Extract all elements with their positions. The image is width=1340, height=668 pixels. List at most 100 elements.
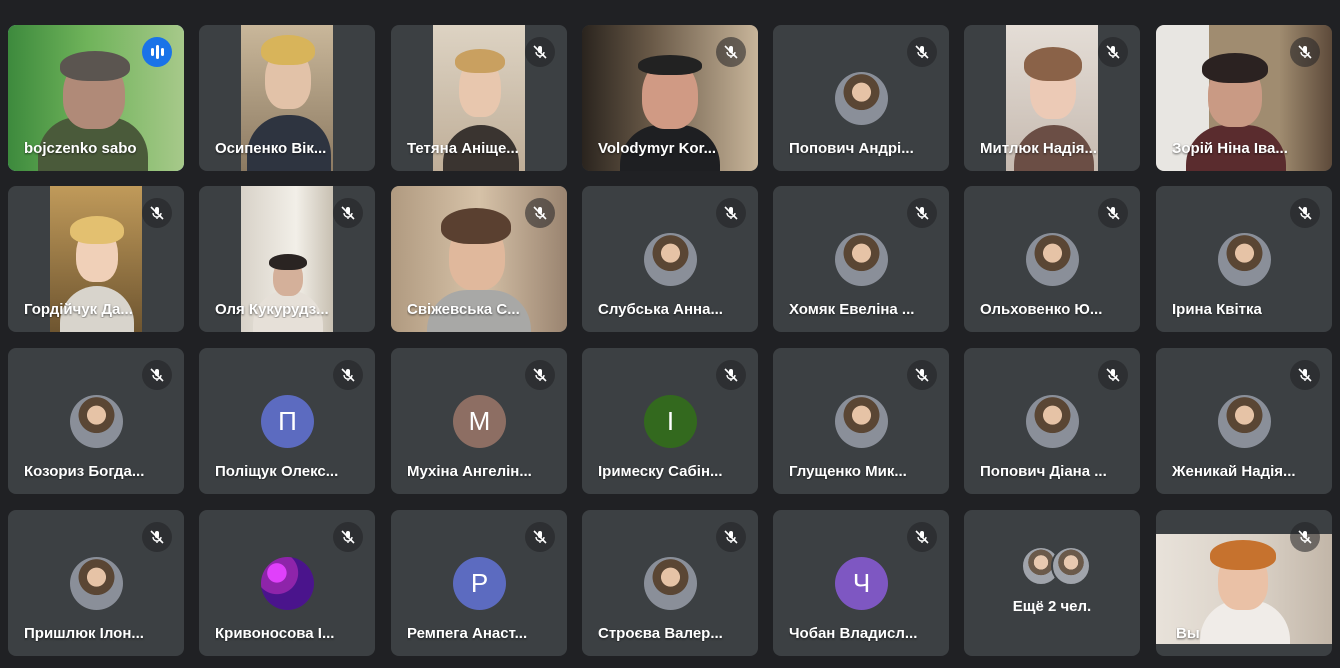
participant-tile[interactable]: Свіжевська С... (391, 186, 567, 332)
mic-off-icon (525, 37, 555, 67)
participant-tile[interactable]: П Поліщук Олекс... (199, 348, 375, 494)
participant-tile[interactable]: Тетяна Аніще... (391, 25, 567, 171)
mic-off-icon (142, 360, 172, 390)
participant-name: Козориз Богда... (24, 463, 145, 480)
avatar-initial: І (666, 406, 675, 436)
avatar (644, 557, 697, 610)
participant-name: Зорій Ніна Іва... (1172, 140, 1288, 157)
participant-tile[interactable]: Ч Чобан Владисл... (773, 510, 949, 656)
speaking-indicator-icon (142, 37, 172, 67)
mic-off-icon (716, 360, 746, 390)
mic-off-icon (333, 522, 363, 552)
mic-off-icon (716, 37, 746, 67)
participant-tile[interactable]: Пришлюк Ілон... (8, 510, 184, 656)
avatar: Ч (835, 557, 888, 610)
avatar (835, 233, 888, 286)
avatar (1026, 395, 1079, 448)
participant-name: Чобан Владисл... (789, 625, 918, 642)
mic-off-icon (1290, 37, 1320, 67)
more-participants-tile[interactable]: Ещё 2 чел. (964, 510, 1140, 656)
mic-off-icon (525, 522, 555, 552)
mic-off-icon (142, 198, 172, 228)
avatar (644, 233, 697, 286)
participant-name: Глущенко Мик... (789, 463, 907, 480)
participant-name: Ірина Квітка (1172, 301, 1262, 318)
participant-tile[interactable]: Хомяк Евеліна ... (773, 186, 949, 332)
mic-off-icon (1290, 360, 1320, 390)
participant-name: Строєва Валер... (598, 625, 723, 642)
mic-off-icon (525, 198, 555, 228)
participant-name: Мухіна Ангелін... (407, 463, 532, 480)
participant-name: Оля Кукурудз... (215, 301, 329, 318)
avatar: Р (453, 557, 506, 610)
avatar-initial: П (278, 406, 297, 436)
participant-tile[interactable]: Попович Андрі... (773, 25, 949, 171)
participant-name: Тетяна Аніще... (407, 140, 519, 157)
participant-tile[interactable]: Ольховенко Ю... (964, 186, 1140, 332)
participant-tile[interactable]: Митлюк Надія... (964, 25, 1140, 171)
participant-tile[interactable]: Кривоносова І... (199, 510, 375, 656)
participant-name: Слубська Анна... (598, 301, 723, 318)
avatar (835, 72, 888, 125)
participant-name: bojczenko sabo (24, 140, 137, 157)
participant-name: Гордійчук Да... (24, 301, 133, 318)
participant-tile[interactable]: Volodymyr Kor... (582, 25, 758, 171)
self-view-tile[interactable]: Вы (1156, 510, 1332, 656)
mic-off-icon (1290, 198, 1320, 228)
participant-name: Ремпега Анаст... (407, 625, 528, 642)
avatar-initial: М (468, 406, 491, 436)
avatar (1218, 233, 1271, 286)
participant-tile[interactable]: Оля Кукурудз... (199, 186, 375, 332)
mic-off-icon (716, 522, 746, 552)
participant-tile[interactable]: bojczenko sabo (8, 25, 184, 171)
mic-off-icon (1290, 522, 1320, 552)
avatar-initial: Ч (852, 568, 871, 598)
mic-off-icon (1098, 198, 1128, 228)
participant-name: Хомяк Евеліна ... (789, 301, 915, 318)
participant-tile[interactable]: Строєва Валер... (582, 510, 758, 656)
participant-name: Пришлюк Ілон... (24, 625, 144, 642)
avatar-initial: Р (470, 568, 489, 598)
mic-off-icon (907, 360, 937, 390)
participant-tile[interactable]: Женикай Надія... (1156, 348, 1332, 494)
avatar (835, 395, 888, 448)
participant-name: Volodymyr Kor... (598, 140, 717, 157)
mic-off-icon (907, 37, 937, 67)
participant-name: Осипенко Вік... (215, 140, 327, 157)
participant-name: Попович Діана ... (980, 463, 1107, 480)
participant-name: Іримеску Сабін... (598, 463, 723, 480)
avatar: П (261, 395, 314, 448)
participant-name: Поліщук Олекс... (215, 463, 339, 480)
participant-name: Ольховенко Ю... (980, 301, 1103, 318)
participant-tile[interactable]: Глущенко Мик... (773, 348, 949, 494)
participant-tile[interactable]: Р Ремпега Анаст... (391, 510, 567, 656)
mic-off-icon (1098, 37, 1128, 67)
avatar (1026, 233, 1079, 286)
avatar: І (644, 395, 697, 448)
participant-tile[interactable]: Гордійчук Да... (8, 186, 184, 332)
participant-tile[interactable]: Попович Діана ... (964, 348, 1140, 494)
avatar (70, 395, 123, 448)
participant-tile[interactable]: І Іримеску Сабін... (582, 348, 758, 494)
mic-off-icon (333, 198, 363, 228)
participant-tile[interactable]: Осипенко Вік... (199, 25, 375, 171)
mic-off-icon (907, 522, 937, 552)
mic-off-icon (1098, 360, 1128, 390)
participant-name: Кривоносова І... (215, 625, 335, 642)
avatar (261, 557, 314, 610)
participant-tile[interactable]: Слубська Анна... (582, 186, 758, 332)
participant-tile[interactable]: Козориз Богда... (8, 348, 184, 494)
participant-tile[interactable]: М Мухіна Ангелін... (391, 348, 567, 494)
mic-off-icon (907, 198, 937, 228)
self-name: Вы (1176, 625, 1200, 642)
participant-name: Свіжевська С... (407, 301, 520, 318)
mic-off-icon (333, 360, 363, 390)
participant-name: Митлюк Надія... (980, 140, 1097, 157)
avatar (1218, 395, 1271, 448)
participant-tile[interactable]: Ірина Квітка (1156, 186, 1332, 332)
participant-tile[interactable]: Зорій Ніна Іва... (1156, 25, 1332, 171)
avatar (1051, 546, 1091, 586)
mic-off-icon (525, 360, 555, 390)
more-participants-avatars (1021, 546, 1091, 586)
participant-name: Женикай Надія... (1172, 463, 1296, 480)
